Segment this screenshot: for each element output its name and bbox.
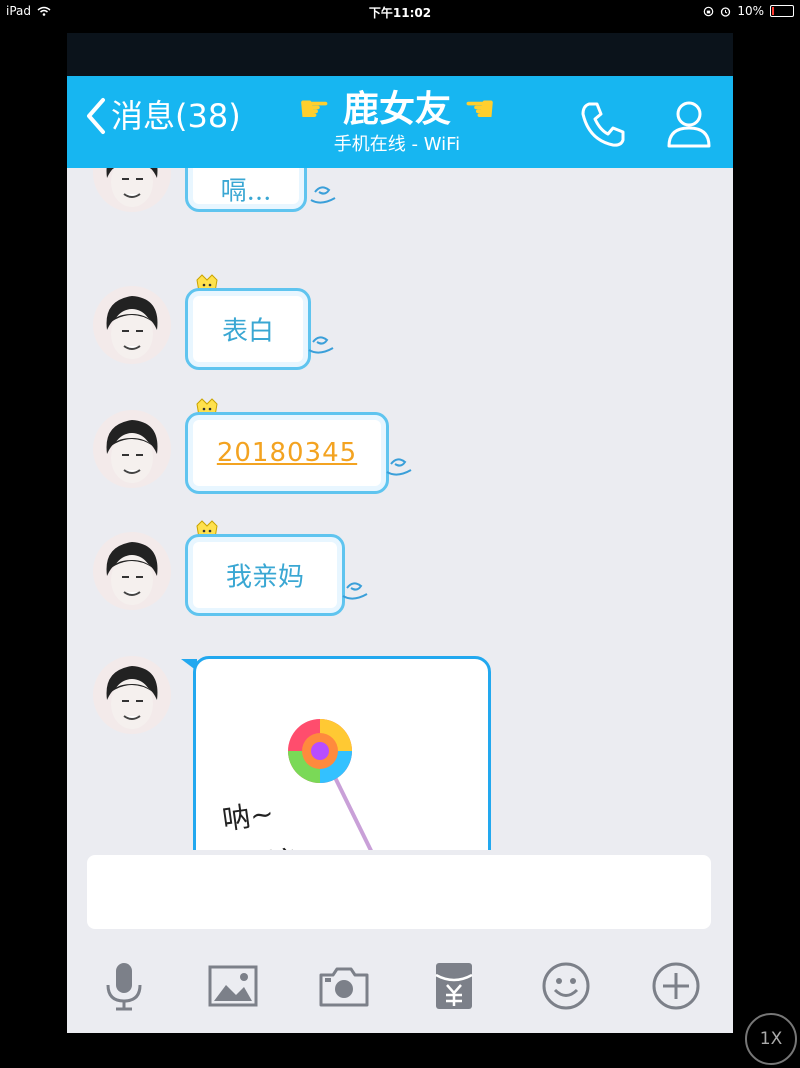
sticker-message[interactable]: 呐~ 糖糖~ [193, 656, 491, 850]
message-bubble[interactable]: 表白 [185, 288, 311, 370]
status-time: 下午11:02 [368, 6, 432, 20]
input-toolbar [67, 937, 733, 1033]
message-input[interactable] [87, 855, 711, 929]
message-text: 表白 [221, 316, 274, 347]
title-block: ☛ 鹿女友 ☚ 手机在线 - WiFi [247, 88, 547, 156]
red-packet-icon[interactable] [427, 959, 481, 1013]
chat-area[interactable]: 嗝... 表白 20180345 我亲妈 呐~ [67, 168, 733, 850]
plus-icon[interactable] [649, 959, 703, 1013]
avatar-face-icon [106, 666, 158, 729]
wave-decoration-icon [342, 582, 368, 600]
message-bubble[interactable]: 我亲妈 [185, 534, 345, 616]
phone-call-icon[interactable] [575, 96, 631, 152]
avatar-face-icon [106, 296, 158, 359]
back-label: 消息(38) [111, 97, 241, 135]
sticker-text-line1: 呐~ [220, 796, 276, 837]
back-button[interactable]: 消息(38) [83, 96, 241, 136]
avatar[interactable] [93, 532, 171, 610]
emoji-icon[interactable] [539, 959, 593, 1013]
battery-icon [770, 5, 794, 17]
page-title: ☛ 鹿女友 ☚ [247, 88, 547, 132]
battery-percent: 10% [737, 4, 764, 18]
chevron-left-icon [87, 98, 105, 134]
message-text: 嗝... [220, 176, 272, 207]
message-link-text[interactable]: 20180345 [188, 438, 386, 468]
avatar-face-icon [106, 168, 158, 207]
wave-decoration-icon [386, 458, 412, 476]
wave-decoration-icon [308, 336, 334, 354]
contact-name: 鹿女友 [342, 89, 451, 130]
avatar[interactable] [93, 168, 171, 212]
rotation-lock-icon [704, 6, 714, 16]
phone-screen: 消息(38) ☛ 鹿女友 ☚ 手机在线 - WiFi 嗝... 表白 20180… [67, 33, 733, 1033]
message-bubble[interactable]: 嗝... [185, 168, 307, 212]
alarm-icon [721, 6, 731, 17]
microphone-icon[interactable] [97, 959, 151, 1013]
avatar[interactable] [93, 286, 171, 364]
pointing-right-icon: ☛ [298, 89, 331, 130]
avatar[interactable] [93, 410, 171, 488]
message-text: 我亲妈 [225, 562, 304, 593]
wave-decoration-icon [310, 186, 336, 204]
image-icon[interactable] [206, 959, 260, 1013]
message-bubble[interactable]: 20180345 [185, 412, 389, 494]
ipad-status-bar: iPad 下午11:02 10% [0, 0, 800, 22]
pointing-left-icon: ☚ [463, 89, 496, 130]
phone-status-bar [67, 33, 733, 76]
zoom-1x-button[interactable]: 1X [745, 1013, 797, 1065]
avatar-face-icon [106, 420, 158, 483]
online-status: 手机在线 - WiFi [333, 134, 461, 155]
chat-header: 消息(38) ☛ 鹿女友 ☚ 手机在线 - WiFi [67, 76, 733, 168]
camera-icon[interactable] [317, 959, 371, 1013]
contact-profile-icon[interactable] [661, 96, 717, 152]
avatar-face-icon [106, 542, 158, 605]
avatar[interactable] [93, 656, 171, 734]
